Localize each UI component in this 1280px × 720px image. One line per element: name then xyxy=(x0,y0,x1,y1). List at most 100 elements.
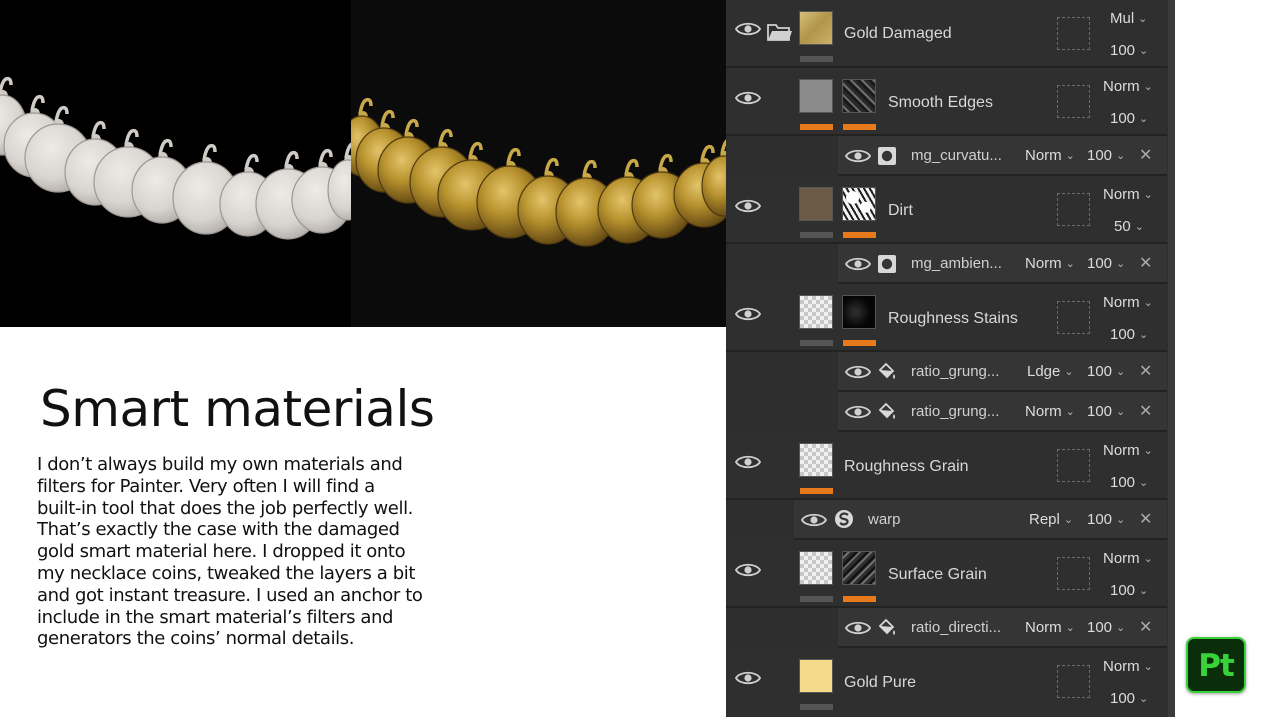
eye-icon[interactable] xyxy=(735,89,761,107)
blend-mode-dropdown[interactable]: Mul ⌄ xyxy=(1110,10,1147,27)
fill-icon xyxy=(876,617,898,637)
layer-name: Gold Pure xyxy=(844,674,917,691)
eye-icon[interactable] xyxy=(845,619,871,637)
close-icon[interactable]: ✕ xyxy=(1139,361,1152,381)
opacity-dropdown[interactable]: 100 ⌄ xyxy=(1110,110,1148,127)
mask-indicator xyxy=(843,340,876,346)
chevron-down-icon: ⌄ xyxy=(1139,693,1149,705)
close-icon[interactable]: ✕ xyxy=(1139,617,1152,637)
layer-row-gold-pure[interactable]: Gold Pure Norm ⌄ 100 ⌄ xyxy=(726,648,1167,717)
blend-mode-dropdown[interactable]: Ldge ⌄ xyxy=(1027,363,1074,380)
effect-row[interactable]: mg_ambien... Norm ⌄ 100 ⌄ ✕ xyxy=(838,244,1167,284)
effect-name: mg_ambien... xyxy=(911,255,1002,272)
warp-icon xyxy=(833,509,855,529)
chevron-down-icon: ⌄ xyxy=(1139,477,1149,489)
eye-icon[interactable] xyxy=(735,453,761,471)
eye-icon[interactable] xyxy=(801,511,827,529)
eye-icon[interactable] xyxy=(735,197,761,215)
blend-mode-dropdown[interactable]: Norm ⌄ xyxy=(1025,619,1075,636)
anchor-slot[interactable] xyxy=(1057,449,1090,482)
blend-mode-dropdown[interactable]: Norm ⌄ xyxy=(1025,147,1075,164)
blend-mode-dropdown[interactable]: Norm ⌄ xyxy=(1103,550,1153,567)
opacity-dropdown[interactable]: 100 ⌄ xyxy=(1087,147,1125,164)
body-line: built-in tool that does the job perfectl… xyxy=(37,497,413,519)
necklace-render-image xyxy=(0,0,726,327)
close-icon[interactable]: ✕ xyxy=(1139,145,1152,165)
opacity-dropdown[interactable]: 100 ⌄ xyxy=(1110,582,1148,599)
eye-icon[interactable] xyxy=(845,403,871,421)
layer-thumbnail xyxy=(799,551,833,585)
effect-row[interactable]: mg_curvatu... Norm ⌄ 100 ⌄ ✕ xyxy=(838,136,1167,176)
mask-indicator xyxy=(843,596,876,602)
opacity-dropdown[interactable]: 100 ⌄ xyxy=(1087,255,1125,272)
mask-indicator xyxy=(843,232,876,238)
close-icon[interactable]: ✕ xyxy=(1139,253,1152,273)
slide-title: Smart materials xyxy=(40,380,435,438)
chevron-down-icon: ⌄ xyxy=(1116,514,1126,526)
eye-icon[interactable] xyxy=(845,147,871,165)
opacity-dropdown[interactable]: 100 ⌄ xyxy=(1087,363,1125,380)
opacity-dropdown[interactable]: 50 ⌄ xyxy=(1114,218,1144,235)
eye-icon[interactable] xyxy=(845,363,871,381)
layer-thumbnail xyxy=(799,295,833,329)
layer-row-gold-damaged[interactable]: Gold Damaged Mul ⌄ 100 ⌄ xyxy=(726,0,1167,68)
blend-mode-dropdown[interactable]: Norm ⌄ xyxy=(1025,403,1075,420)
mask-thumbnail xyxy=(842,295,876,329)
chevron-down-icon: ⌄ xyxy=(1139,45,1149,57)
layer-thumbnail xyxy=(799,187,833,221)
chevron-down-icon: ⌄ xyxy=(1065,406,1075,418)
eye-icon[interactable] xyxy=(735,20,761,38)
opacity-dropdown[interactable]: 100 ⌄ xyxy=(1087,511,1125,528)
blend-mode-dropdown[interactable]: Norm ⌄ xyxy=(1103,442,1153,459)
effect-name: ratio_directi... xyxy=(911,619,1002,636)
chevron-down-icon: ⌄ xyxy=(1143,445,1153,457)
opacity-dropdown[interactable]: 100 ⌄ xyxy=(1087,619,1125,636)
mask-indicator xyxy=(800,340,833,346)
layer-row-surface-grain[interactable]: Surface Grain Norm ⌄ 100 ⌄ xyxy=(726,540,1167,608)
body-line: include in the smart material’s filters … xyxy=(37,606,394,628)
generator-icon xyxy=(876,146,898,166)
anchor-slot[interactable] xyxy=(1057,557,1090,590)
anchor-slot[interactable] xyxy=(1057,193,1090,226)
blend-mode-dropdown[interactable]: Norm ⌄ xyxy=(1103,78,1153,95)
anchor-slot[interactable] xyxy=(1057,301,1090,334)
layer-row-roughness-stains[interactable]: Roughness Stains Norm ⌄ 100 ⌄ xyxy=(726,284,1167,352)
anchor-slot[interactable] xyxy=(1057,17,1090,50)
fill-icon xyxy=(876,401,898,421)
opacity-dropdown[interactable]: 100 ⌄ xyxy=(1110,326,1148,343)
opacity-dropdown[interactable]: 100 ⌄ xyxy=(1087,403,1125,420)
folder-icon[interactable] xyxy=(767,21,793,43)
blend-mode-dropdown[interactable]: Norm ⌄ xyxy=(1103,186,1153,203)
layer-row-roughness-grain[interactable]: Roughness Grain Norm ⌄ 100 ⌄ xyxy=(726,432,1167,500)
layer-row-smooth-edges[interactable]: Smooth Edges Norm ⌄ 100 ⌄ xyxy=(726,68,1167,136)
opacity-dropdown[interactable]: 100 ⌄ xyxy=(1110,690,1148,707)
chevron-down-icon: ⌄ xyxy=(1139,329,1149,341)
effect-row[interactable]: ratio_grung... Norm ⌄ 100 ⌄ ✕ xyxy=(838,392,1167,432)
mask-indicator xyxy=(800,596,833,602)
eye-icon[interactable] xyxy=(845,255,871,273)
opacity-dropdown[interactable]: 100 ⌄ xyxy=(1110,42,1148,59)
blend-mode-dropdown[interactable]: Norm ⌄ xyxy=(1025,255,1075,272)
chevron-down-icon: ⌄ xyxy=(1065,622,1075,634)
chevron-down-icon: ⌄ xyxy=(1139,113,1149,125)
mask-thumbnail xyxy=(842,187,876,221)
chevron-down-icon: ⌄ xyxy=(1139,585,1149,597)
anchor-slot[interactable] xyxy=(1057,85,1090,118)
panel-scrollbar[interactable] xyxy=(1168,0,1175,717)
effect-row[interactable]: warp Repl ⌄ 100 ⌄ ✕ xyxy=(794,500,1167,540)
eye-icon[interactable] xyxy=(735,669,761,687)
chevron-down-icon: ⌄ xyxy=(1116,406,1126,418)
layer-row-dirt[interactable]: Dirt Norm ⌄ 50 ⌄ xyxy=(726,176,1167,244)
eye-icon[interactable] xyxy=(735,305,761,323)
opacity-dropdown[interactable]: 100 ⌄ xyxy=(1110,474,1148,491)
blend-mode-dropdown[interactable]: Repl ⌄ xyxy=(1029,511,1073,528)
blend-mode-dropdown[interactable]: Norm ⌄ xyxy=(1103,658,1153,675)
blend-mode-dropdown[interactable]: Norm ⌄ xyxy=(1103,294,1153,311)
eye-icon[interactable] xyxy=(735,561,761,579)
anchor-slot[interactable] xyxy=(1057,665,1090,698)
effect-name: ratio_grung... xyxy=(911,363,1000,380)
close-icon[interactable]: ✕ xyxy=(1139,509,1152,529)
close-icon[interactable]: ✕ xyxy=(1139,401,1152,421)
effect-row[interactable]: ratio_grung... Ldge ⌄ 100 ⌄ ✕ xyxy=(838,352,1167,392)
effect-row[interactable]: ratio_directi... Norm ⌄ 100 ⌄ ✕ xyxy=(838,608,1167,648)
